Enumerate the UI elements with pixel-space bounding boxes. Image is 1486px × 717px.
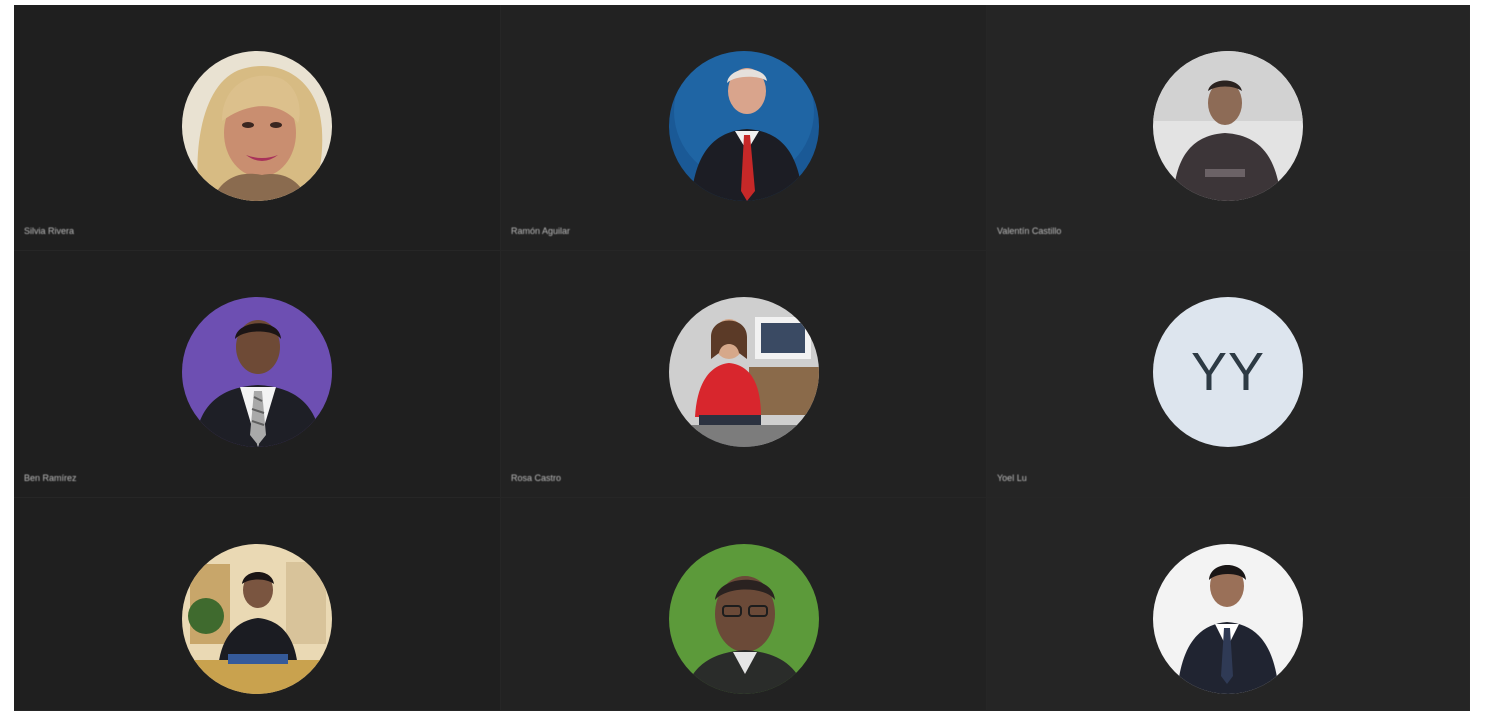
participant-avatar bbox=[182, 297, 332, 447]
photo-woman-blonde-icon bbox=[182, 51, 332, 201]
participant-tile[interactable]: YY Yoel Lu bbox=[987, 251, 1470, 498]
participant-avatar bbox=[182, 544, 332, 694]
participant-name: Valentín Castillo bbox=[997, 226, 1062, 236]
photo-woman-red-jacket-icon bbox=[668, 297, 819, 447]
participant-tile[interactable] bbox=[14, 498, 501, 711]
participant-avatar bbox=[182, 51, 332, 201]
participant-tile[interactable]: Silvia Rivera bbox=[14, 5, 501, 251]
participant-name: Ben Ramírez bbox=[24, 473, 77, 483]
participant-avatar bbox=[1153, 544, 1303, 694]
photo-man-hoodie-icon bbox=[1153, 51, 1303, 201]
photo-man-suit-red-tie-icon bbox=[668, 51, 819, 201]
participant-tile[interactable] bbox=[501, 498, 987, 711]
photo-man-suit-white-icon bbox=[1153, 544, 1303, 694]
participant-name: Ramón Aguilar bbox=[511, 226, 571, 236]
photo-man-desk-icon bbox=[182, 544, 332, 694]
participant-tile[interactable]: Ben Ramírez bbox=[14, 251, 501, 498]
participant-tile[interactable]: Valentín Castillo bbox=[987, 5, 1470, 251]
participant-avatar bbox=[668, 51, 819, 201]
participant-grid: Silvia Rivera Ramón Aguilar Valentín Cas… bbox=[14, 5, 1470, 711]
participant-name: Rosa Castro bbox=[511, 473, 562, 483]
initials-avatar: YY bbox=[1153, 297, 1303, 447]
participant-avatar bbox=[1153, 51, 1303, 201]
photo-man-glasses-green-icon bbox=[668, 544, 819, 694]
participant-avatar bbox=[668, 297, 819, 447]
participant-tile[interactable] bbox=[987, 498, 1470, 711]
participant-name: Yoel Lu bbox=[997, 473, 1027, 483]
participant-tile[interactable]: Ramón Aguilar bbox=[501, 5, 987, 251]
participant-avatar bbox=[668, 544, 819, 694]
participant-name: Silvia Rivera bbox=[24, 226, 75, 236]
participant-tile[interactable]: Rosa Castro bbox=[501, 251, 987, 498]
photo-man-suit-purple-icon bbox=[182, 297, 332, 447]
